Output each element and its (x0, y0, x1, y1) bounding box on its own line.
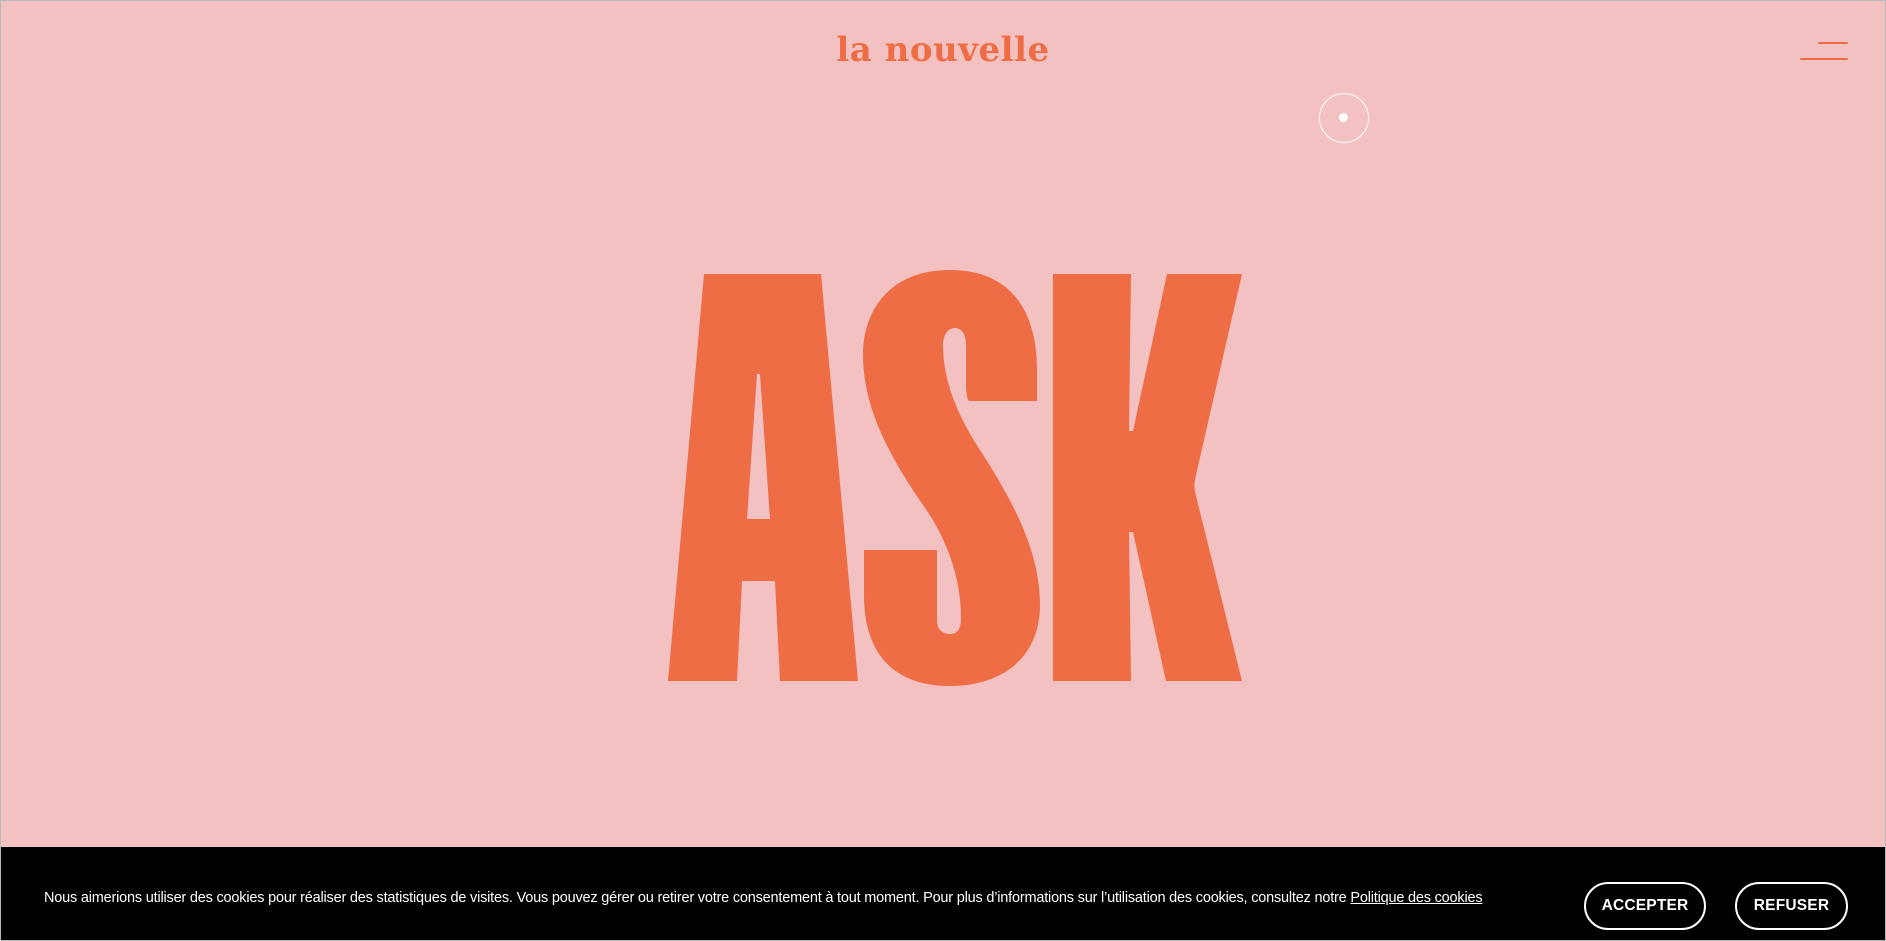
cookie-banner: Nous aimerions utiliser des cookies pour… (1, 847, 1885, 940)
hero-letter-a (668, 274, 858, 681)
hero-letter-k (1053, 274, 1242, 681)
accept-cookies-button[interactable]: ACCEPTER (1584, 882, 1706, 930)
hero-lettering (668, 270, 1242, 686)
custom-cursor-icon (1319, 93, 1369, 143)
hero-letter-s (863, 270, 1040, 686)
cookie-message: Nous aimerions utiliser des cookies pour… (44, 890, 1564, 906)
site-logo[interactable]: la nouvelle (0, 28, 1886, 72)
refuse-cookies-button[interactable]: REFUSER (1735, 882, 1848, 930)
cursor-dot (1339, 113, 1348, 122)
cookie-message-text: Nous aimerions utiliser des cookies pour… (44, 890, 1351, 906)
menu-line-bottom (1800, 58, 1848, 60)
site-header: la nouvelle (0, 0, 1886, 110)
hamburger-menu-icon[interactable] (1798, 40, 1848, 66)
hero-section: ASK (0, 250, 1886, 700)
menu-line-top (1818, 42, 1848, 44)
cookie-policy-link[interactable]: Politique des cookies (1350, 890, 1482, 906)
